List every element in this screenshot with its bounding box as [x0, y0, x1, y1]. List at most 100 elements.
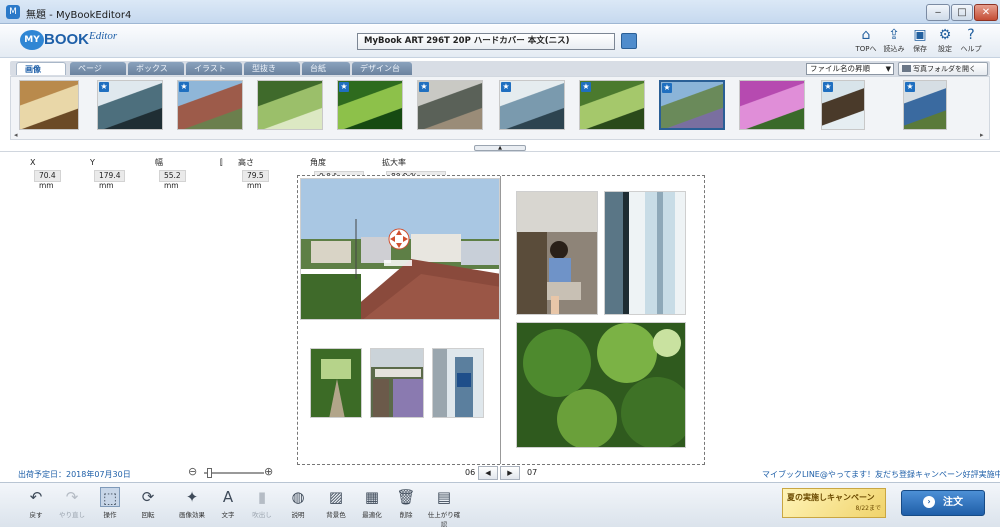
selection-label [384, 260, 412, 266]
photo-thumbnail[interactable]: ★ [499, 80, 565, 130]
tool-label: 操作 [103, 511, 117, 519]
thumbnail-strip[interactable]: ◂ ▸ ★ ★ ★ ★ ★ ★ ★ ★ ★ [10, 76, 990, 140]
redo-tool-button[interactable]: ↷ やり直し [54, 487, 90, 519]
photo-window-curtain[interactable] [604, 191, 686, 315]
spine-line [500, 176, 501, 464]
photo-bottle[interactable] [432, 348, 484, 418]
star-icon: ★ [419, 82, 429, 92]
folder-icon [902, 65, 911, 72]
photo-flowers-path[interactable] [370, 348, 424, 418]
summer-campaign-banner[interactable]: 夏の実施しキャンペーン 8/22まで [782, 488, 886, 518]
window-title: 無題 - MyBookEditor4 [26, 10, 132, 21]
title-bar: M 無題 - MyBookEditor4 ‒ □ ✕ [0, 0, 1000, 24]
undo-tool-button[interactable]: ↶ 戻す [18, 487, 54, 519]
gear-icon: ⚙ [938, 27, 952, 43]
order-button[interactable]: › 注文 [901, 490, 985, 516]
scroll-left-icon[interactable]: ◂ [14, 131, 18, 139]
optimize-tool-button[interactable]: ▦ 最適化 [354, 487, 390, 519]
bgcolor-icon: ▨ [328, 488, 344, 506]
link-icon[interactable]: ⫿ [220, 156, 223, 170]
sort-select[interactable]: ファイル名の昇順 ▼ [806, 63, 894, 75]
photo-path[interactable] [310, 348, 362, 418]
effects-tool-button[interactable]: ✦ 画像効果 [174, 487, 210, 519]
photo-thumbnail[interactable] [19, 80, 79, 130]
tab-illustrations[interactable]: イラスト [186, 62, 242, 75]
product-name-field[interactable]: MyBook ART 296T 20P ハードカバー 本文(ニス) [357, 33, 615, 50]
star-icon: ★ [823, 82, 833, 92]
bgcolor-tool-button[interactable]: ▨ 背景色 [318, 487, 354, 519]
balloon-tool-button[interactable]: ▮ 吹出し [244, 487, 280, 519]
globe-tool-button[interactable]: ◍ 説明 [280, 487, 316, 519]
undo-icon: ↶ [29, 488, 43, 506]
scroll-right-icon[interactable]: ▸ [980, 131, 984, 139]
zoom-slider[interactable] [204, 472, 264, 474]
divider [0, 151, 1000, 152]
home-icon: ⌂ [861, 27, 871, 43]
star-icon: ★ [501, 82, 511, 92]
photo-child-sitting[interactable] [516, 191, 598, 315]
photo-thumbnail[interactable]: ★ [821, 80, 865, 130]
tool-label: 戻す [29, 511, 43, 519]
tool-label: 吹出し [252, 511, 272, 519]
load-button[interactable]: ⇪ 読込み [880, 27, 908, 54]
tab-images[interactable]: 画像 [16, 62, 66, 75]
ship-date: 出荷予定日：2018年07月30日 [18, 470, 131, 479]
prop-y-value[interactable]: 179.4 mm [94, 170, 126, 190]
tab-design-mount[interactable]: デザイン台紙 [352, 62, 412, 86]
top-button[interactable]: ⌂ TOPへ [852, 27, 880, 54]
save-icon: ▣ [913, 27, 927, 43]
prop-height-value[interactable]: 79.5 mm [242, 170, 269, 190]
rotate-tool-button[interactable]: ⟳ 回転 [130, 487, 166, 519]
zoom-slider-thumb[interactable] [207, 468, 212, 478]
save-button[interactable]: ▣ 保存 [906, 27, 934, 54]
photo-thumbnail[interactable]: ★ [417, 80, 483, 130]
prop-y: Y179.4 mm [90, 156, 126, 193]
line-campaign-link[interactable]: マイブックLINE@やってます！友だち登録キャンペーン好評実施中♪ [762, 469, 1000, 480]
rotate-icon: ⟳ [141, 488, 155, 506]
preview-tool-button[interactable]: ▤ 仕上がり確認 [426, 487, 462, 527]
tool-label: やり直し [59, 511, 85, 519]
photo-thumbnail[interactable] [257, 80, 323, 130]
maximize-button[interactable]: □ [951, 4, 973, 21]
next-page-button[interactable]: ▶ [500, 466, 520, 480]
prop-x-value[interactable]: 70.4 mm [34, 170, 61, 190]
settings-button[interactable]: ⚙ 設定 [931, 27, 959, 54]
cursor-tool-button[interactable]: ⬚ 操作 [92, 487, 128, 519]
photo-thumbnail[interactable]: ★ [579, 80, 645, 130]
zoom-out-icon[interactable]: ⊖ [188, 466, 200, 478]
tool-label: 仕上がり確認 [427, 511, 461, 527]
close-button[interactable]: ✕ [974, 4, 998, 21]
tab-boxes[interactable]: ボックス [128, 62, 184, 75]
tab-mount[interactable]: 台紙 [302, 62, 350, 75]
prop-width: 幅55.2 mm [155, 156, 186, 193]
photo-thumbnail[interactable]: ★ [659, 80, 725, 130]
photo-green-leaves[interactable] [516, 322, 686, 448]
text-tool-button[interactable]: A 文字 [210, 487, 246, 519]
help-button[interactable]: ? ヘルプ [957, 27, 985, 54]
photo-thumbnail[interactable]: ★ [903, 80, 947, 130]
photo-thumbnail[interactable]: ★ [337, 80, 403, 130]
product-select-button[interactable] [621, 33, 637, 49]
tab-pages[interactable]: ページ [70, 62, 126, 75]
trash-tool-button[interactable]: 🗑 削除 [388, 487, 424, 519]
redo-icon: ↷ [65, 488, 79, 506]
open-photo-folder-button[interactable]: 写真フォルダを開く [898, 62, 988, 76]
star-icon: ★ [662, 83, 672, 93]
app-icon: M [6, 5, 20, 19]
minimize-button[interactable]: ‒ [926, 4, 950, 21]
tab-die-cut[interactable]: 型抜き [244, 62, 300, 75]
zoom-in-icon[interactable]: ⊕ [264, 466, 276, 478]
move-handle-icon[interactable] [387, 227, 411, 251]
star-icon: ★ [99, 82, 109, 92]
star-icon: ★ [339, 82, 349, 92]
app-header: MY BOOKEditor MyBook ART 296T 20P ハードカバー … [0, 25, 1000, 58]
prop-width-value[interactable]: 55.2 mm [159, 170, 186, 190]
photo-thumbnail[interactable]: ★ [177, 80, 243, 130]
photo-thumbnail[interactable] [739, 80, 805, 130]
tool-label: 画像効果 [179, 511, 205, 519]
globe-icon: ◍ [291, 488, 305, 506]
photo-thumbnail[interactable]: ★ [97, 80, 163, 130]
page-spread[interactable] [297, 175, 705, 465]
open-icon: ⇪ [888, 27, 900, 43]
prev-page-button[interactable]: ◀ [478, 466, 498, 480]
